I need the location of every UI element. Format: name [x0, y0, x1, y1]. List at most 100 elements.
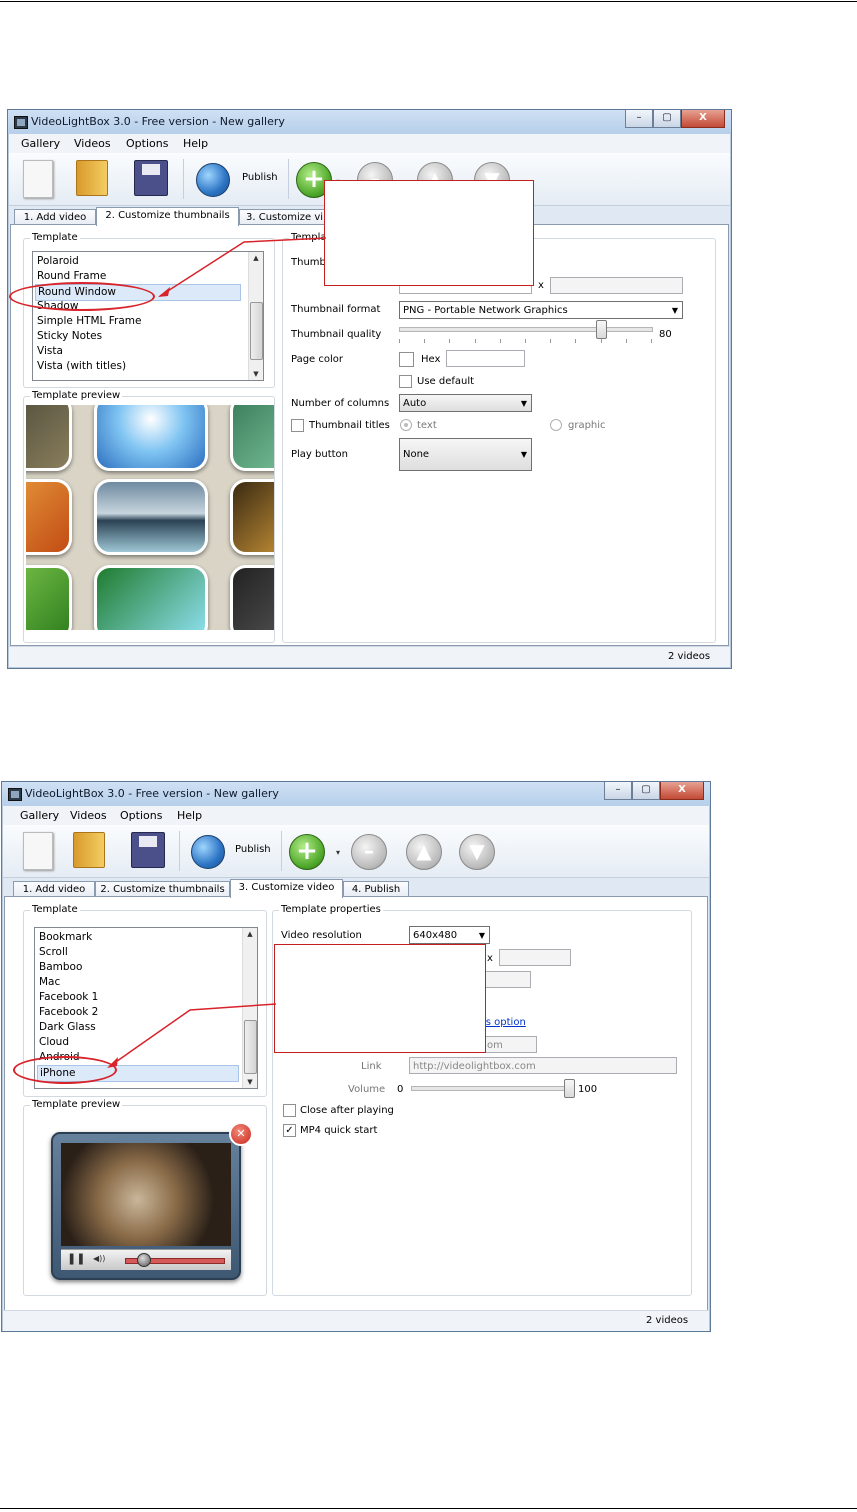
video-height-field[interactable] — [499, 949, 571, 966]
scroll-down-icon[interactable]: ▼ — [249, 368, 263, 380]
partial-url-field[interactable]: om — [483, 1036, 537, 1053]
menu-options[interactable]: Options — [126, 137, 168, 150]
player-progress-knob[interactable] — [136, 1253, 151, 1267]
scroll-thumb[interactable] — [244, 1020, 257, 1074]
publish-globe-icon[interactable] — [191, 835, 225, 869]
menu-gallery[interactable]: Gallery — [21, 137, 60, 150]
list-item[interactable]: Mac — [37, 975, 60, 990]
save-disk-icon[interactable] — [134, 160, 168, 196]
template-list[interactable]: Polaroid Round Frame Round Window Shadow… — [32, 251, 264, 381]
use-default-checkbox[interactable] — [399, 375, 412, 388]
template-preview-group: Template preview ❚❚ ◀)) ✕ — [23, 1099, 267, 1296]
move-up-icon[interactable]: ▲ — [406, 834, 442, 870]
list-item[interactable]: Scroll — [37, 945, 68, 960]
save-disk-icon[interactable] — [131, 832, 165, 868]
video-resolution-value: 640x480 — [413, 930, 458, 941]
scroll-up-icon[interactable]: ▲ — [249, 252, 263, 264]
menu-help[interactable]: Help — [177, 809, 202, 822]
volume-slider-track[interactable] — [411, 1086, 571, 1091]
close-button[interactable]: X — [681, 110, 725, 128]
quality-slider-tick — [550, 339, 552, 343]
quality-slider-thumb[interactable] — [595, 320, 607, 339]
list-item[interactable]: Sticky Notes — [35, 329, 102, 344]
menu-options[interactable]: Options — [120, 809, 162, 822]
menu-videos[interactable]: Videos — [70, 809, 107, 822]
page-color-swatch[interactable] — [399, 352, 414, 367]
list-item[interactable]: Facebook 1 — [37, 990, 98, 1005]
scroll-thumb[interactable] — [250, 302, 263, 360]
play-button-select[interactable]: None ▼ — [399, 438, 532, 471]
menu-help[interactable]: Help — [183, 137, 208, 150]
publish-button-label[interactable]: Publish — [235, 844, 271, 855]
publish-globe-icon[interactable] — [196, 163, 230, 197]
list-scrollbar[interactable]: ▲ ▼ — [242, 928, 257, 1088]
list-item[interactable]: Vista — [35, 344, 63, 359]
list-item[interactable]: Cloud — [37, 1035, 69, 1050]
publish-button-label[interactable]: Publish — [242, 172, 278, 183]
tab-customize-video[interactable]: 3. Customize video — [230, 879, 343, 898]
link-input[interactable]: http://videolightbox.com — [409, 1057, 677, 1074]
move-down-icon[interactable]: ▼ — [459, 834, 495, 870]
iphone-player-preview: ❚❚ ◀)) ✕ — [51, 1122, 253, 1280]
tab-publish[interactable]: 4. Publish — [343, 881, 409, 897]
video-resolution-select[interactable]: 640x480 ▼ — [409, 926, 490, 944]
menu-gallery[interactable]: Gallery — [20, 809, 59, 822]
player-close-icon[interactable]: ✕ — [229, 1122, 253, 1146]
graphic-radio[interactable] — [550, 419, 562, 431]
title-bar[interactable]: VideoLightBox 3.0 - Free version - New g… — [2, 782, 710, 806]
chevron-down-icon: ▼ — [478, 931, 485, 940]
template-group-title: Template — [30, 904, 80, 915]
tab-customize-thumbnails[interactable]: 2. Customize thumbnails — [95, 881, 230, 897]
maximize-button[interactable]: ▢ — [653, 110, 681, 128]
option-link[interactable]: is option — [483, 1017, 526, 1028]
scroll-down-icon[interactable]: ▼ — [243, 1076, 257, 1088]
open-folder-icon[interactable] — [73, 832, 105, 868]
thumbnail-height-field[interactable] — [550, 277, 683, 294]
video-option-field[interactable] — [483, 971, 531, 988]
remove-video-icon[interactable]: – — [351, 834, 387, 870]
preview-thumb-city — [94, 479, 208, 555]
link-value: http://videolightbox.com — [413, 1061, 536, 1072]
pause-icon[interactable]: ❚❚ — [67, 1252, 85, 1265]
tab-customize-video[interactable]: 3. Customize vi — [239, 209, 337, 225]
text-radio[interactable] — [400, 419, 412, 431]
maximize-button[interactable]: ▢ — [632, 782, 660, 800]
list-item[interactable]: Bamboo — [37, 960, 82, 975]
minimize-button[interactable]: – — [625, 110, 653, 128]
preview-thumb-palm — [94, 565, 208, 630]
template-preview-title: Template preview — [30, 1099, 123, 1110]
properties-group-title: Templa — [289, 232, 329, 243]
menu-videos[interactable]: Videos — [74, 137, 111, 150]
volume-icon[interactable]: ◀)) — [93, 1254, 105, 1263]
add-dropdown-arrow[interactable]: ▾ — [336, 848, 340, 857]
list-scrollbar[interactable]: ▲ ▼ — [248, 252, 263, 380]
list-item[interactable]: Bookmark — [37, 930, 92, 945]
new-document-icon[interactable] — [23, 832, 53, 870]
mp4-quick-start-checkbox[interactable]: ✓ — [283, 1124, 296, 1137]
list-item[interactable]: Polaroid — [35, 254, 79, 269]
list-item[interactable]: Vista (with titles) — [35, 359, 126, 374]
hex-input[interactable] — [446, 350, 525, 367]
volume-slider-thumb[interactable] — [564, 1079, 575, 1098]
tab-add-video[interactable]: 1. Add video — [14, 209, 96, 225]
thumbnail-format-select[interactable]: PNG - Portable Network Graphics ▼ — [399, 301, 683, 319]
new-document-icon[interactable] — [23, 160, 53, 198]
chevron-down-icon: ▼ — [520, 399, 527, 408]
minimize-button[interactable]: – — [604, 782, 632, 800]
close-button[interactable]: X — [660, 782, 704, 800]
add-video-icon[interactable]: + — [289, 834, 325, 870]
tab-customize-thumbnails[interactable]: 2. Customize thumbnails — [96, 207, 239, 226]
list-item[interactable]: Simple HTML Frame — [35, 314, 141, 329]
scroll-up-icon[interactable]: ▲ — [243, 928, 257, 940]
open-folder-icon[interactable] — [76, 160, 108, 196]
thumbnail-titles-checkbox[interactable] — [291, 419, 304, 432]
menu-bar: Gallery Videos Options Help — [9, 134, 730, 154]
list-item[interactable]: Dark Glass — [37, 1020, 96, 1035]
preview-thumb-autumn — [26, 479, 72, 555]
close-after-playing-checkbox[interactable] — [283, 1104, 296, 1117]
tab-add-video[interactable]: 1. Add video — [13, 881, 95, 897]
columns-select[interactable]: Auto ▼ — [399, 394, 532, 412]
list-item[interactable]: Facebook 2 — [37, 1005, 98, 1020]
title-bar[interactable]: VideoLightBox 3.0 - Free version - New g… — [8, 110, 731, 134]
quality-slider-track[interactable] — [399, 327, 653, 332]
